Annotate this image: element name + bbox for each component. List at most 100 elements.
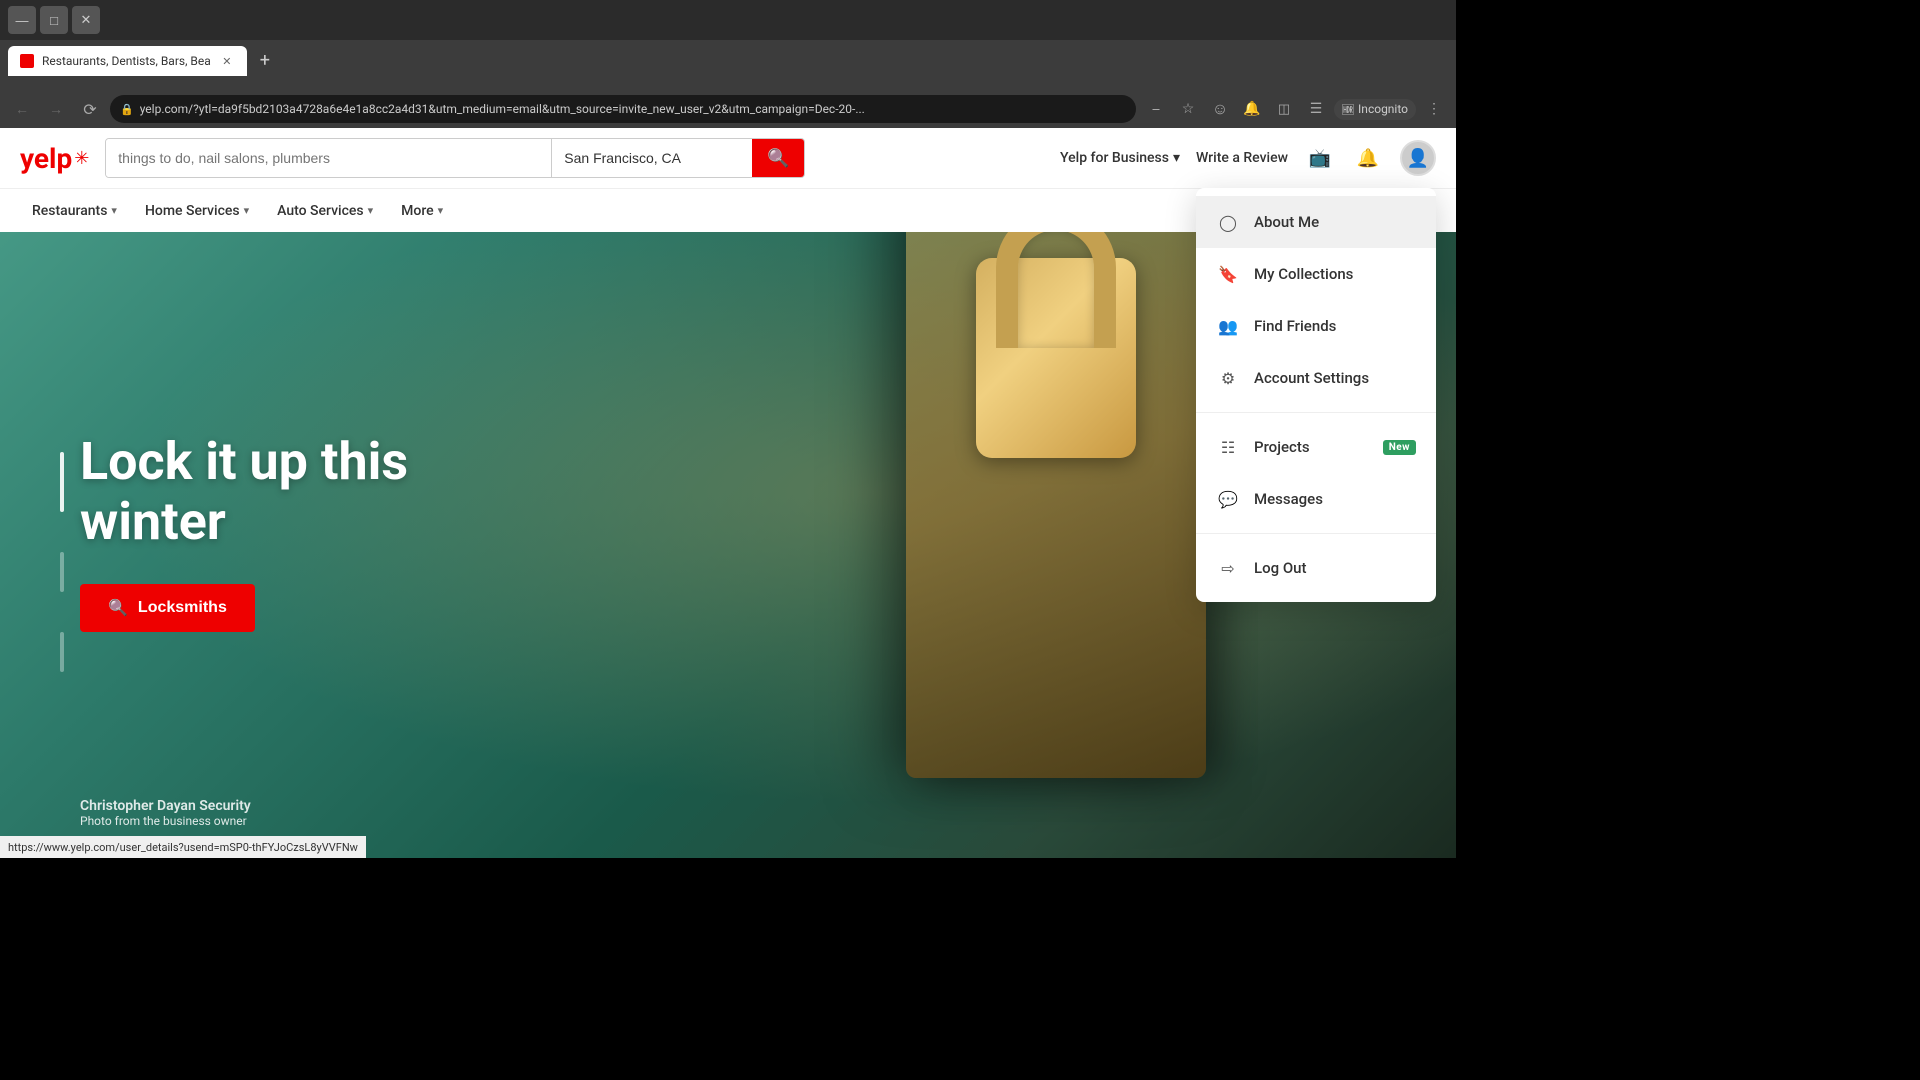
- browser-titlebar: — □ ✕: [0, 0, 1456, 40]
- photo-credit-name: Christopher Dayan Security: [80, 798, 251, 814]
- photo-credit: Christopher Dayan Security Photo from th…: [80, 798, 251, 828]
- search-what-input[interactable]: [106, 139, 552, 177]
- nav-item-more[interactable]: More ▾: [389, 195, 455, 227]
- nav-restaurants-chevron: ▾: [111, 204, 117, 217]
- close-button[interactable]: ✕: [72, 6, 100, 34]
- yelp-for-business-button[interactable]: Yelp for Business ▾: [1060, 150, 1180, 166]
- cast-button[interactable]: ◫: [1270, 95, 1298, 123]
- nav-item-home-services[interactable]: Home Services ▾: [133, 195, 261, 227]
- browser-toolbar: ← → ⟳ 🔒 yelp.com/?ytl=da9f5bd2103a4728a6…: [0, 90, 1456, 128]
- search-icon: 🔍: [767, 148, 789, 169]
- incognito-badge: 🆧 Incognito: [1334, 99, 1416, 120]
- photo-credit-sub: Photo from the business owner: [80, 814, 251, 828]
- log-out-icon: ⇨: [1216, 556, 1240, 580]
- profile-icon[interactable]: ☺: [1206, 95, 1234, 123]
- bookmarks-icon-button[interactable]: 📺: [1304, 142, 1336, 174]
- incognito-icon: 🆧: [1342, 101, 1354, 118]
- find-friends-icon: 👥: [1216, 314, 1240, 338]
- projects-label: Projects: [1254, 438, 1310, 456]
- window-controls: — □ ✕: [8, 6, 100, 34]
- nav-restaurants-label: Restaurants: [32, 203, 107, 219]
- dropdown-item-my-collections[interactable]: 🔖 My Collections: [1196, 248, 1436, 300]
- menu-button[interactable]: ⋮: [1420, 95, 1448, 123]
- address-bar[interactable]: 🔒 yelp.com/?ytl=da9f5bd2103a4728a6e4e1a8…: [110, 95, 1136, 123]
- nav-home-services-label: Home Services: [145, 203, 240, 219]
- user-dropdown-menu: ◯ About Me 🔖 My Collections 👥 Find Frien…: [1196, 188, 1436, 602]
- hero-title: Lock it up this winter: [80, 432, 408, 552]
- sidebar-button[interactable]: ☰: [1302, 95, 1330, 123]
- my-collections-icon: 🔖: [1216, 262, 1240, 286]
- yelp-logo-burst: ✳: [74, 148, 89, 169]
- hero-text-block: Lock it up this winter 🔍 Locksmiths: [80, 432, 408, 632]
- yelp-for-business-chevron: ▾: [1173, 150, 1180, 166]
- search-where-input[interactable]: [552, 139, 752, 177]
- search-form: 🔍: [105, 138, 805, 178]
- page-content: yelp ✳ 🔍 Yelp for Business ▾ Write a Rev…: [0, 128, 1456, 858]
- browser-chrome: — □ ✕ Restaurants, Dentists, Bars, Bea ✕…: [0, 0, 1456, 90]
- hero-title-line2: winter: [80, 491, 226, 552]
- user-avatar-button[interactable]: 👤: [1400, 140, 1436, 176]
- extensions-button[interactable]: ⎯: [1142, 95, 1170, 123]
- tab-bar: Restaurants, Dentists, Bars, Bea ✕ +: [0, 40, 1456, 76]
- nav-item-auto-services[interactable]: Auto Services ▾: [265, 195, 385, 227]
- new-tab-button[interactable]: +: [251, 46, 279, 74]
- tab-title: Restaurants, Dentists, Bars, Bea: [42, 54, 211, 68]
- status-url: https://www.yelp.com/user_details?usend=…: [8, 841, 358, 854]
- search-submit-button[interactable]: 🔍: [752, 139, 804, 177]
- dropdown-item-about-me[interactable]: ◯ About Me: [1196, 196, 1436, 248]
- write-review-button[interactable]: Write a Review: [1196, 150, 1288, 166]
- nav-item-restaurants[interactable]: Restaurants ▾: [20, 195, 129, 227]
- dropdown-item-messages[interactable]: 💬 Messages: [1196, 473, 1436, 525]
- about-me-icon: ◯: [1216, 210, 1240, 234]
- yelp-logo[interactable]: yelp ✳: [20, 142, 89, 175]
- nav-more-label: More: [401, 203, 434, 219]
- tab-favicon: [20, 54, 34, 68]
- back-button[interactable]: ←: [8, 95, 36, 123]
- carousel-indicators: [60, 452, 64, 672]
- reload-button[interactable]: ⟳: [76, 95, 104, 123]
- dropdown-item-log-out[interactable]: ⇨ Log Out: [1196, 542, 1436, 594]
- tab-close-button[interactable]: ✕: [219, 53, 235, 69]
- carousel-dot-2[interactable]: [60, 552, 64, 592]
- dropdown-item-find-friends[interactable]: 👥 Find Friends: [1196, 300, 1436, 352]
- locksmiths-search-icon: 🔍: [108, 598, 128, 618]
- forward-button[interactable]: →: [42, 95, 70, 123]
- url-text: yelp.com/?ytl=da9f5bd2103a4728a6e4e1a8cc…: [140, 102, 1126, 116]
- notifications-button[interactable]: 🔔: [1352, 142, 1384, 174]
- locksmiths-cta-button[interactable]: 🔍 Locksmiths: [80, 584, 255, 632]
- lock-icon: 🔒: [120, 103, 134, 116]
- nav-auto-services-label: Auto Services: [277, 203, 364, 219]
- messages-icon: 💬: [1216, 487, 1240, 511]
- nav-auto-services-chevron: ▾: [368, 204, 374, 217]
- dropdown-item-account-settings[interactable]: ⚙ Account Settings: [1196, 352, 1436, 404]
- maximize-button[interactable]: □: [40, 6, 68, 34]
- carousel-dot-3[interactable]: [60, 632, 64, 672]
- locksmiths-cta-label: Locksmiths: [138, 599, 227, 617]
- projects-new-badge: New: [1383, 440, 1416, 455]
- dropdown-divider-1: [1196, 412, 1436, 413]
- messages-label: Messages: [1254, 490, 1323, 508]
- projects-icon: ☷: [1216, 435, 1240, 459]
- minimize-button[interactable]: —: [8, 6, 36, 34]
- carousel-dot-1[interactable]: [60, 452, 64, 512]
- yelp-logo-text: yelp: [20, 142, 72, 175]
- header-actions: Yelp for Business ▾ Write a Review 📺 🔔 👤: [1060, 140, 1436, 176]
- toolbar-icons: ⎯ ☆ ☺ 🔔 ◫ ☰ 🆧 Incognito ⋮: [1142, 95, 1448, 123]
- active-tab[interactable]: Restaurants, Dentists, Bars, Bea ✕: [8, 46, 247, 76]
- dropdown-item-projects[interactable]: ☷ Projects New: [1196, 421, 1436, 473]
- dropdown-divider-2: [1196, 533, 1436, 534]
- bookmark-button[interactable]: ☆: [1174, 95, 1202, 123]
- nav-more-chevron: ▾: [438, 204, 444, 217]
- find-friends-label: Find Friends: [1254, 317, 1336, 335]
- yelp-header: yelp ✳ 🔍 Yelp for Business ▾ Write a Rev…: [0, 128, 1456, 188]
- account-settings-icon: ⚙: [1216, 366, 1240, 390]
- status-bar: https://www.yelp.com/user_details?usend=…: [0, 836, 366, 858]
- yelp-for-business-label: Yelp for Business: [1060, 150, 1169, 166]
- my-collections-label: My Collections: [1254, 265, 1353, 283]
- notifications-toolbar[interactable]: 🔔: [1238, 95, 1266, 123]
- incognito-label: Incognito: [1358, 102, 1408, 116]
- log-out-label: Log Out: [1254, 559, 1307, 577]
- avatar-icon: 👤: [1407, 148, 1429, 169]
- about-me-label: About Me: [1254, 213, 1319, 231]
- nav-home-services-chevron: ▾: [244, 204, 250, 217]
